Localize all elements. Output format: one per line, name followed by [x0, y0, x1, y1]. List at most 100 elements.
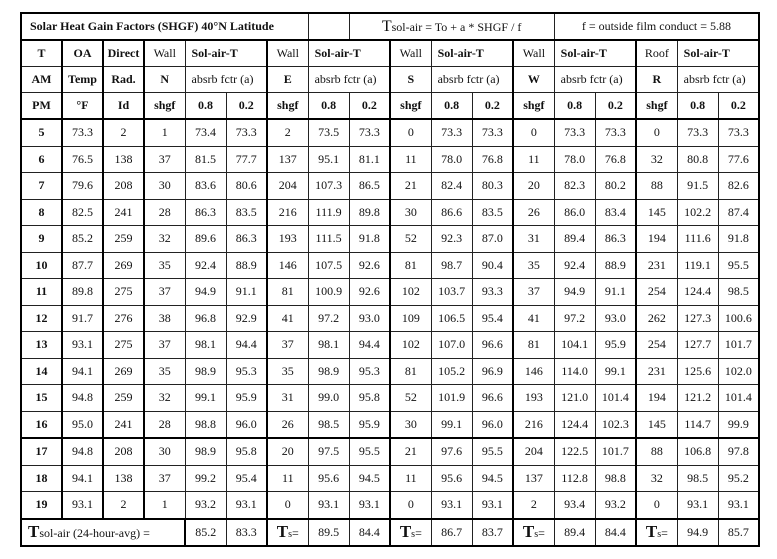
- value-cell: 101.9: [430, 384, 473, 412]
- value-cell: 73.3: [348, 118, 391, 147]
- ts-label-south: Ts=: [389, 517, 432, 547]
- table-row: 6 76.5 138 37 81.5 77.7 137 95.1 81.1 11 78.0 76.8 1…: [20, 145, 761, 173]
- value-cell: 73.5: [307, 118, 350, 147]
- header-row1-cell: Sol-air-T: [676, 39, 761, 67]
- value-cell: 82.4: [430, 172, 473, 200]
- value-cell: 20: [265, 437, 309, 466]
- value-cell: 95.6: [430, 464, 473, 492]
- value-cell: 111.5: [307, 225, 350, 253]
- value-cell: 94.8: [61, 437, 104, 466]
- header-row3-cell: 0.2: [348, 92, 391, 120]
- value-cell: 11: [512, 145, 555, 173]
- ts-t: T: [645, 522, 658, 542]
- value-cell: 208: [102, 172, 145, 200]
- value-cell: 102.0: [717, 357, 761, 385]
- header-row3-cell: 0.8: [430, 92, 473, 120]
- value-cell: 77.6: [717, 145, 761, 173]
- value-cell: 35: [143, 251, 186, 279]
- value-cell: 35: [143, 357, 186, 385]
- value-cell: 79.6: [61, 172, 104, 200]
- value-cell: 275: [102, 331, 145, 359]
- value-cell: 93.2: [184, 491, 227, 519]
- value-cell: 107.0: [430, 331, 473, 359]
- header-row2-cell: absrb fctr (a): [184, 66, 268, 93]
- value-cell: 89.8: [348, 198, 391, 226]
- value-cell: 93.1: [717, 491, 761, 519]
- value-cell: 95.3: [348, 357, 391, 385]
- header-row2-cell: Rad.: [102, 66, 145, 93]
- header-row3-cell: PM: [20, 92, 63, 120]
- value-cell: 2: [265, 118, 309, 147]
- value-cell: 76.5: [61, 145, 104, 173]
- value-cell: 97.8: [717, 437, 761, 466]
- value-cell: 32: [635, 464, 678, 492]
- value-cell: 99.1: [594, 357, 637, 385]
- value-cell: 93.1: [471, 491, 514, 519]
- value-cell: 32: [143, 225, 186, 253]
- value-cell: 102.3: [594, 410, 637, 439]
- value-cell: 88.9: [594, 251, 637, 279]
- ts-eq: =: [661, 526, 668, 541]
- avg-roof-a02: 85.7: [717, 517, 761, 547]
- value-cell: 21: [389, 172, 432, 200]
- value-cell: 93.1: [61, 331, 104, 359]
- value-cell: 73.3: [61, 118, 104, 147]
- value-cell: 96.9: [471, 357, 514, 385]
- value-cell: 83.4: [594, 198, 637, 226]
- value-cell: 35: [265, 357, 309, 385]
- value-cell: 37: [143, 145, 186, 173]
- header-row1-cell: T: [20, 39, 63, 67]
- value-cell: 276: [102, 304, 145, 332]
- value-cell: 26: [512, 198, 555, 226]
- value-cell: 93.0: [348, 304, 391, 332]
- table-row: 16 95.0 241 28 98.8 96.0 26 98.5 95.9 30 99.1 96.0 2…: [20, 410, 761, 439]
- value-cell: 73.3: [471, 118, 514, 147]
- value-cell: 194: [635, 225, 678, 253]
- value-cell: 137: [512, 464, 555, 492]
- value-cell: 80.8: [676, 145, 719, 173]
- value-cell: 92.4: [184, 251, 227, 279]
- header-row2-cell: absrb fctr (a): [553, 66, 637, 93]
- value-cell: 94.1: [61, 464, 104, 492]
- value-cell: 97.5: [307, 437, 350, 466]
- header-row3-cell: shgf: [635, 92, 678, 120]
- value-cell: 82.6: [717, 172, 761, 200]
- ts-eq: =: [292, 526, 299, 541]
- header-row2-cell: N: [143, 66, 186, 93]
- value-cell: 86.3: [594, 225, 637, 253]
- value-cell: 21: [389, 437, 432, 466]
- value-cell: 11: [265, 464, 309, 492]
- value-cell: 145: [635, 198, 678, 226]
- value-cell: 96.8: [184, 304, 227, 332]
- value-cell: 262: [635, 304, 678, 332]
- value-cell: 99.9: [717, 410, 761, 439]
- value-cell: 86.5: [348, 172, 391, 200]
- value-cell: 11: [389, 145, 432, 173]
- avg-east-a02: 84.4: [348, 517, 391, 547]
- value-cell: 112.8: [553, 464, 596, 492]
- value-cell: 0: [389, 491, 432, 519]
- value-cell: 98.1: [307, 331, 350, 359]
- value-cell: 73.3: [225, 118, 268, 147]
- value-cell: 31: [265, 384, 309, 412]
- avg-north-a02: 83.3: [225, 517, 268, 547]
- value-cell: 76.8: [471, 145, 514, 173]
- value-cell: 259: [102, 225, 145, 253]
- value-cell: 231: [635, 357, 678, 385]
- header-row3-cell: shgf: [143, 92, 186, 120]
- value-cell: 275: [102, 278, 145, 306]
- value-cell: 96.0: [225, 410, 268, 439]
- value-cell: 87.0: [471, 225, 514, 253]
- value-cell: 73.4: [184, 118, 227, 147]
- value-cell: 99.1: [184, 384, 227, 412]
- value-cell: 99.2: [184, 464, 227, 492]
- value-cell: 95.8: [225, 437, 268, 466]
- value-cell: 93.1: [430, 491, 473, 519]
- value-cell: 30: [143, 437, 186, 466]
- value-cell: 94.5: [471, 464, 514, 492]
- value-cell: 99.1: [430, 410, 473, 439]
- value-cell: 89.6: [184, 225, 227, 253]
- table-row: 13 93.1 275 37 98.1 94.4 37 98.1 94.4 102 107.0 96.…: [20, 331, 761, 359]
- value-cell: 37: [512, 278, 555, 306]
- header-row3-cell: shgf: [512, 92, 555, 120]
